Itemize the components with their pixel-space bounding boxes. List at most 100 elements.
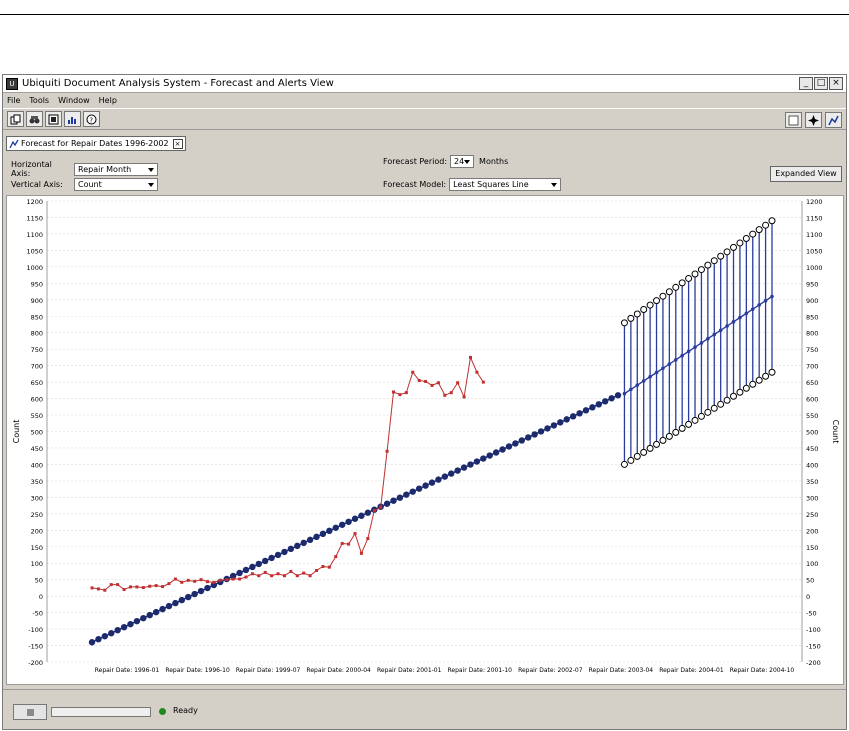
trend-point bbox=[242, 566, 250, 574]
help-button[interactable]: ? bbox=[83, 111, 100, 127]
bar-chart-icon bbox=[68, 116, 76, 124]
forecast-lower-point bbox=[672, 428, 680, 436]
trend-point bbox=[608, 395, 615, 402]
chevron-down-icon bbox=[148, 167, 154, 172]
trend-point bbox=[338, 521, 346, 528]
documents-icon bbox=[10, 114, 21, 124]
trend-point bbox=[313, 533, 320, 541]
actual-point bbox=[443, 393, 447, 397]
forecast-view-button[interactable] bbox=[825, 112, 842, 128]
actual-point bbox=[103, 588, 107, 592]
close-button[interactable]: × bbox=[829, 77, 843, 90]
y-tick-label-left: 950 bbox=[31, 280, 43, 288]
y-tick-label-right: 600 bbox=[806, 396, 818, 404]
forecast-center-point bbox=[744, 311, 749, 316]
forecast-lower-point bbox=[736, 388, 744, 396]
trend-point bbox=[403, 491, 410, 498]
status-text: Ready bbox=[173, 706, 198, 715]
trend-point bbox=[480, 455, 487, 462]
menu-window[interactable]: Window bbox=[58, 96, 90, 105]
trend-point bbox=[178, 596, 186, 604]
trend-point bbox=[120, 623, 128, 631]
status-bar: Ready bbox=[3, 689, 846, 729]
y-tick-label-left: 800 bbox=[31, 330, 43, 338]
forecast-lower-point bbox=[710, 404, 718, 412]
window-icon bbox=[788, 115, 799, 125]
open-document-button[interactable] bbox=[7, 111, 24, 127]
chevron-down-icon bbox=[148, 183, 154, 187]
trend-point bbox=[262, 557, 269, 565]
vertical-axis-select[interactable]: Count bbox=[74, 178, 158, 191]
x-tick-label: Repair Date: 2004-01 bbox=[659, 667, 724, 674]
y-tick-label-left: 50 bbox=[35, 577, 43, 585]
trend-point bbox=[358, 512, 365, 519]
actual-point bbox=[392, 390, 396, 394]
trend-point bbox=[319, 530, 327, 538]
trend-point bbox=[274, 551, 282, 559]
menu-help[interactable]: Help bbox=[99, 96, 117, 105]
forecast-center-point bbox=[654, 370, 659, 375]
trend-point bbox=[544, 425, 551, 432]
vertical-axis-control: Vertical Axis: Count bbox=[11, 178, 158, 191]
menu-tools[interactable]: Tools bbox=[29, 96, 49, 105]
actual-point bbox=[308, 574, 312, 578]
forecast-upper-point bbox=[697, 266, 705, 274]
trend-point bbox=[351, 515, 359, 522]
actual-point bbox=[334, 555, 338, 559]
forecast-period-label: Forecast Period: bbox=[383, 157, 448, 166]
y-tick-label-left: 200 bbox=[31, 527, 43, 535]
x-tick-label: Repair Date: 2001-10 bbox=[448, 667, 513, 674]
actual-point bbox=[404, 391, 408, 395]
y-tick-label-left: -50 bbox=[32, 610, 43, 618]
trend-point bbox=[159, 605, 166, 613]
y-tick-label-right: 900 bbox=[806, 297, 818, 305]
y-tick-label-right: 950 bbox=[806, 280, 818, 288]
horizontal-axis-select[interactable]: Repair Month bbox=[74, 162, 158, 176]
actual-point bbox=[225, 578, 229, 582]
y-tick-label-left: 750 bbox=[31, 346, 43, 354]
chart-button[interactable] bbox=[64, 111, 81, 127]
help-icon: ? bbox=[86, 114, 97, 124]
y-tick-label-right: 550 bbox=[806, 412, 818, 420]
actual-point bbox=[372, 509, 376, 513]
actual-point bbox=[231, 577, 235, 581]
forecast-upper-point bbox=[704, 261, 712, 269]
trend-point bbox=[505, 443, 513, 450]
forecast-upper-point bbox=[749, 230, 757, 238]
trend-point bbox=[531, 431, 538, 438]
trend-point bbox=[345, 518, 352, 525]
maximize-button[interactable]: □ bbox=[814, 77, 828, 90]
actual-point bbox=[270, 574, 274, 578]
x-tick-label: Repair Date: 2004-10 bbox=[730, 667, 795, 674]
forecast-center-point bbox=[693, 345, 697, 349]
trend-point bbox=[306, 536, 314, 544]
minimize-button[interactable]: _ bbox=[799, 77, 813, 90]
stop-button[interactable] bbox=[13, 704, 47, 720]
search-tool-button[interactable] bbox=[26, 111, 43, 127]
chart-app-icon: U bbox=[6, 77, 18, 90]
actual-point bbox=[148, 584, 152, 588]
y-tick-label-left: 850 bbox=[31, 313, 43, 321]
forecast-center-point bbox=[718, 328, 723, 333]
actual-point bbox=[462, 395, 466, 399]
expanded-view-button[interactable]: Expanded View bbox=[770, 166, 842, 182]
y-tick-label-right: 500 bbox=[806, 429, 818, 437]
forecast-tab-icon bbox=[9, 139, 19, 148]
forecast-upper-point bbox=[672, 283, 680, 291]
title-bar[interactable]: U Ubiquiti Document Analysis System - Fo… bbox=[3, 75, 846, 93]
forecast-model-select[interactable]: Least Squares Line bbox=[449, 178, 562, 191]
status-indicator-icon bbox=[159, 708, 166, 715]
y-tick-label-right: 250 bbox=[806, 511, 818, 519]
forecast-upper-point bbox=[691, 270, 699, 278]
forecast-period-select[interactable]: 24 bbox=[450, 155, 475, 168]
table-view-button[interactable] bbox=[785, 112, 802, 128]
forecast-upper-point bbox=[620, 319, 628, 327]
y-tick-label-right: -150 bbox=[806, 643, 821, 651]
tab-close-icon[interactable]: × bbox=[172, 138, 183, 149]
actual-point bbox=[385, 449, 389, 453]
tab-forecast[interactable]: Forecast for Repair Dates 1996-2002 × bbox=[6, 136, 186, 151]
y-tick-label-right: 850 bbox=[806, 313, 818, 321]
report-button[interactable] bbox=[45, 111, 62, 127]
alert-view-button[interactable] bbox=[805, 112, 822, 128]
menu-file[interactable]: File bbox=[7, 96, 20, 105]
